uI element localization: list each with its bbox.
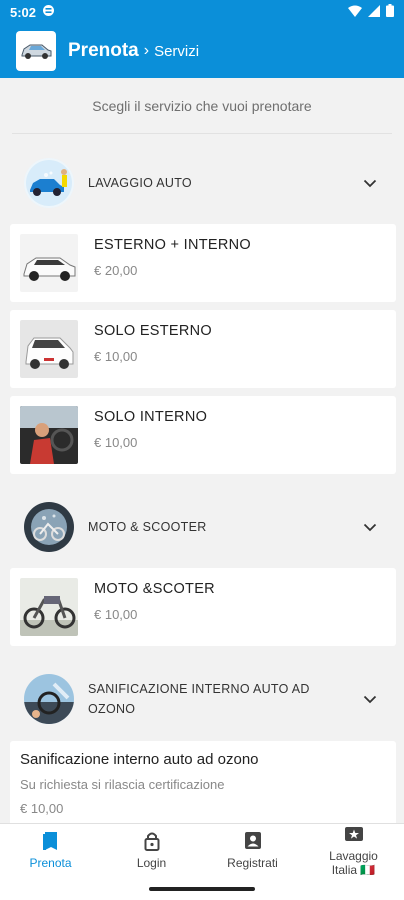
service-thumbnail	[20, 578, 78, 636]
nav-lavaggio-italia[interactable]: Lavaggio Italia 🇮🇹	[303, 824, 404, 878]
wifi-icon	[348, 5, 362, 20]
page-title: Prenota	[68, 40, 139, 61]
breadcrumb-separator: ›	[143, 42, 150, 59]
chevron-down-icon[interactable]	[358, 171, 382, 195]
chevron-down-icon[interactable]	[358, 687, 382, 711]
status-time: 5:02	[10, 4, 37, 20]
sync-icon	[42, 4, 55, 20]
service-card-solo-interno[interactable]: SOLO INTERNO € 10,00	[10, 396, 396, 474]
account-box-icon	[244, 831, 262, 854]
nav-label-line2: Italia 🇮🇹	[331, 863, 376, 877]
book-icon	[42, 831, 60, 854]
services-list[interactable]: Scegli il servizio che vuoi prenotare LA…	[0, 78, 404, 823]
nav-label: Lavaggio Italia 🇮🇹	[329, 849, 378, 877]
service-card-sanificazione[interactable]: Sanificazione interno auto ad ozono Su r…	[10, 741, 396, 823]
service-name: MOTO &SCOTER	[94, 581, 215, 597]
service-price: € 10,00	[94, 349, 138, 364]
nav-label: Prenota	[29, 856, 72, 870]
category-lavaggio-auto[interactable]: LAVAGGIO AUTO	[0, 157, 404, 209]
service-thumbnail	[20, 406, 78, 464]
category-avatar-car-wash	[24, 158, 74, 208]
system-navigation-bar	[0, 878, 404, 900]
home-handle[interactable]	[149, 887, 255, 891]
nav-label-line1: Lavaggio	[329, 849, 378, 863]
service-card-esterno-interno[interactable]: ESTERNO + INTERNO € 20,00	[10, 224, 396, 302]
service-name: SOLO INTERNO	[94, 409, 208, 425]
app-bar: Prenota › Servizi	[0, 24, 404, 78]
nav-label: Registrati	[227, 856, 278, 870]
service-name: Sanificazione interno auto ad ozono	[20, 751, 259, 768]
category-avatar-sanitization	[24, 674, 74, 724]
intro-text: Scegli il servizio che vuoi prenotare	[12, 78, 392, 134]
category-sanificazione-ozono[interactable]: SANIFICAZIONE INTERNO AUTO AD OZONO	[0, 669, 404, 729]
lock-icon	[143, 831, 161, 854]
service-price: € 10,00	[20, 801, 64, 816]
service-price: € 10,00	[94, 607, 138, 622]
nav-prenota[interactable]: Prenota	[0, 824, 101, 878]
category-moto-scooter[interactable]: MOTO & SCOOTER	[0, 501, 404, 553]
service-price: € 10,00	[94, 435, 138, 450]
status-bar: 5:02	[0, 0, 404, 24]
category-avatar-moto	[24, 502, 74, 552]
app-logo	[16, 31, 56, 71]
category-label: LAVAGGIO AUTO	[88, 176, 192, 190]
service-name: ESTERNO + INTERNO	[94, 237, 251, 253]
category-label: MOTO & SCOOTER	[88, 520, 207, 534]
service-card-solo-esterno[interactable]: SOLO ESTERNO € 10,00	[10, 310, 396, 388]
star-box-icon	[344, 826, 364, 847]
bottom-navigation: Prenota Login Registrati Lavaggio Italia…	[0, 823, 404, 878]
chevron-down-icon[interactable]	[358, 515, 382, 539]
service-name: SOLO ESTERNO	[94, 323, 213, 339]
category-label-line2: OZONO	[88, 702, 136, 716]
signal-icon	[368, 4, 380, 20]
battery-icon	[386, 4, 394, 20]
category-label-line1: SANIFICAZIONE INTERNO AUTO AD	[88, 682, 310, 696]
service-thumbnail	[20, 320, 78, 378]
category-label: SANIFICAZIONE INTERNO AUTO AD OZONO	[88, 679, 358, 719]
nav-label: Login	[136, 856, 167, 870]
service-thumbnail	[20, 234, 78, 292]
breadcrumb-servizi: Servizi	[154, 42, 200, 60]
nav-registrati[interactable]: Registrati	[202, 824, 303, 878]
nav-login[interactable]: Login	[101, 824, 202, 878]
service-note: Su richiesta si rilascia certificazione	[20, 777, 225, 792]
service-price: € 20,00	[94, 263, 138, 278]
service-card-moto-scoter[interactable]: MOTO &SCOTER € 10,00	[10, 568, 396, 646]
